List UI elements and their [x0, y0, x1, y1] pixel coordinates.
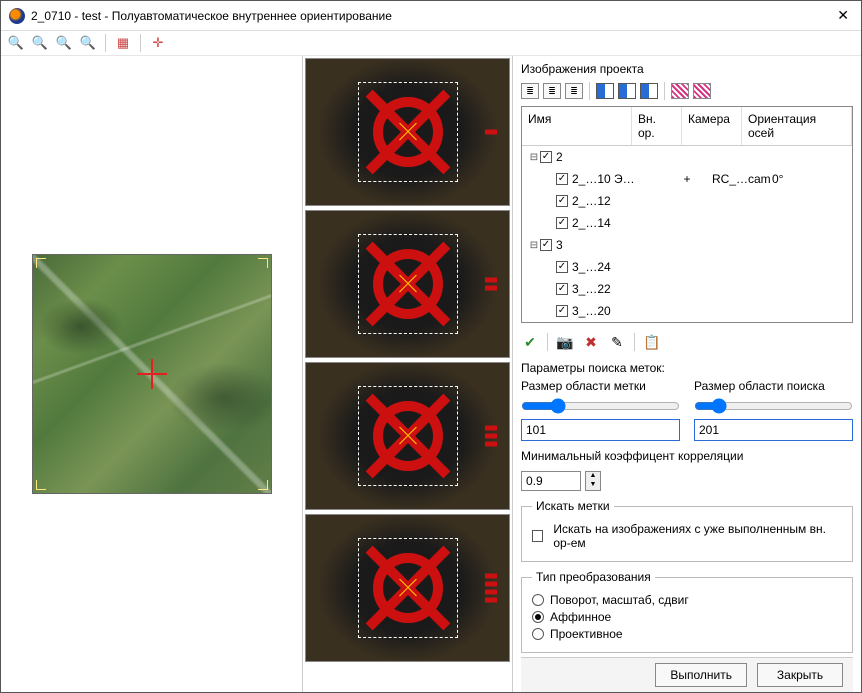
image-tree[interactable]: Имя Вн. ор. Камера Ориентация осей ⊟ ✓2✓…: [521, 106, 853, 323]
col-vnor[interactable]: Вн. ор.: [632, 107, 682, 145]
tree-group[interactable]: ⊟ ✓3: [522, 234, 852, 256]
delete-icon[interactable]: ✖: [582, 333, 600, 351]
list-icon[interactable]: ≣: [521, 83, 539, 99]
mark-area-slider[interactable]: [521, 398, 680, 414]
edit-icon[interactable]: ✎: [608, 333, 626, 351]
fiducial-strip[interactable]: [303, 56, 513, 692]
fiducial-view-4[interactable]: [305, 514, 510, 662]
check-icon[interactable]: ✔: [521, 333, 539, 351]
collapse-icon[interactable]: ⊟: [528, 152, 540, 163]
transform-opt-affine[interactable]: Аффинное: [532, 610, 842, 624]
overview-image[interactable]: [32, 254, 272, 494]
min-corr-input[interactable]: [521, 471, 581, 491]
checkbox-icon[interactable]: [532, 530, 543, 542]
left-overview-pane: [1, 56, 303, 692]
min-corr-label: Минимальный коэффицент корреляции: [521, 449, 853, 463]
close-icon[interactable]: ✕: [833, 7, 853, 24]
corner-marker: [258, 258, 268, 268]
corner-marker: [36, 258, 46, 268]
copy-icon[interactable]: 📋: [643, 333, 661, 351]
zoom-fit-green-icon[interactable]: 🔍: [55, 34, 73, 52]
fiducial-view-1[interactable]: [305, 58, 510, 206]
checkbox-icon[interactable]: ✓: [556, 305, 568, 317]
transform-group: Тип преобразования Поворот, масштаб, сдв…: [521, 570, 853, 653]
checkbox-icon[interactable]: ✓: [556, 217, 568, 229]
col-camera[interactable]: Камера: [682, 107, 742, 145]
checkbox-icon[interactable]: ✓: [556, 195, 568, 207]
search-marks-legend: Искать метки: [532, 499, 614, 513]
filter1-icon[interactable]: [671, 83, 689, 99]
tree-row[interactable]: ✓2_…14: [522, 212, 852, 234]
search-done-checkbox[interactable]: Искать на изображениях с уже выполненным…: [532, 522, 842, 550]
toolbar: 🔍 🔍 🔍 🔍 ▦ ✛: [1, 31, 861, 56]
tree-row[interactable]: ✓2_…10 Э…+RC_…cam0°: [522, 168, 852, 190]
zoom-region-icon[interactable]: 🔍: [79, 34, 97, 52]
run-button[interactable]: Выполнить: [655, 663, 747, 687]
transform-opt-projective[interactable]: Проективное: [532, 627, 842, 641]
tree-row[interactable]: ✓3_…20: [522, 300, 852, 322]
mark-area-label: Размер области метки: [521, 379, 680, 393]
deselect-all-icon[interactable]: [618, 83, 636, 99]
fiducial-view-2[interactable]: [305, 210, 510, 358]
col-orient[interactable]: Ориентация осей: [742, 107, 852, 145]
grid-icon[interactable]: ▦: [114, 34, 132, 52]
search-area-label: Размер области поиска: [694, 379, 853, 393]
footer: Выполнить Закрыть: [521, 657, 853, 692]
select-all-icon[interactable]: [596, 83, 614, 99]
search-area-input[interactable]: [694, 419, 853, 441]
list-check-icon[interactable]: ≣: [543, 83, 561, 99]
center-cross-icon: [137, 359, 167, 389]
checkbox-icon[interactable]: ✓: [540, 151, 552, 163]
action-toolbar: ✔ 📷 ✖ ✎ 📋: [521, 329, 853, 355]
tree-toolbar: ≣ ≣ ≣: [521, 80, 853, 102]
window-title: 2_0710 - test - Полуавтоматическое внутр…: [31, 9, 833, 23]
params-heading: Параметры поиска меток:: [521, 361, 853, 375]
list-tree-icon[interactable]: ≣: [565, 83, 583, 99]
tree-row[interactable]: ✓2_…12: [522, 190, 852, 212]
right-panel: Изображения проекта ≣ ≣ ≣ Имя Вн. ор. Ка…: [513, 56, 861, 692]
checkbox-icon[interactable]: ✓: [556, 261, 568, 273]
title-bar: 2_0710 - test - Полуавтоматическое внутр…: [1, 1, 861, 31]
filter2-icon[interactable]: [693, 83, 711, 99]
tree-group[interactable]: ⊟ ✓2: [522, 146, 852, 168]
app-icon: [9, 8, 25, 24]
col-name[interactable]: Имя: [522, 107, 632, 145]
close-button[interactable]: Закрыть: [757, 663, 843, 687]
checkbox-icon[interactable]: ✓: [540, 239, 552, 251]
search-area-slider[interactable]: [694, 398, 853, 414]
spin-buttons[interactable]: ▲▼: [585, 471, 601, 491]
tree-row[interactable]: ✓3_…24: [522, 256, 852, 278]
checkbox-icon[interactable]: ✓: [556, 283, 568, 295]
camera-icon[interactable]: 📷: [556, 333, 574, 351]
corner-marker: [36, 480, 46, 490]
transform-legend: Тип преобразования: [532, 570, 655, 584]
main-pane: Изображения проекта ≣ ≣ ≣ Имя Вн. ор. Ка…: [1, 56, 861, 692]
transform-opt-rotate[interactable]: Поворот, масштаб, сдвиг: [532, 593, 842, 607]
tree-row[interactable]: ✓3_…22: [522, 278, 852, 300]
images-label: Изображения проекта: [521, 62, 853, 76]
separator: [140, 34, 141, 52]
mark-area-input[interactable]: [521, 419, 680, 441]
zoom-out-icon[interactable]: 🔍: [31, 34, 49, 52]
invert-sel-icon[interactable]: [640, 83, 658, 99]
checkbox-icon[interactable]: ✓: [556, 173, 568, 185]
corner-marker: [258, 480, 268, 490]
collapse-icon[interactable]: ⊟: [528, 240, 540, 251]
zoom-in-icon[interactable]: 🔍: [7, 34, 25, 52]
search-marks-group: Искать метки Искать на изображениях с уж…: [521, 499, 853, 562]
fiducial-view-3[interactable]: [305, 362, 510, 510]
cross-icon: [396, 120, 420, 144]
crosshair-icon[interactable]: ✛: [149, 34, 167, 52]
separator: [105, 34, 106, 52]
